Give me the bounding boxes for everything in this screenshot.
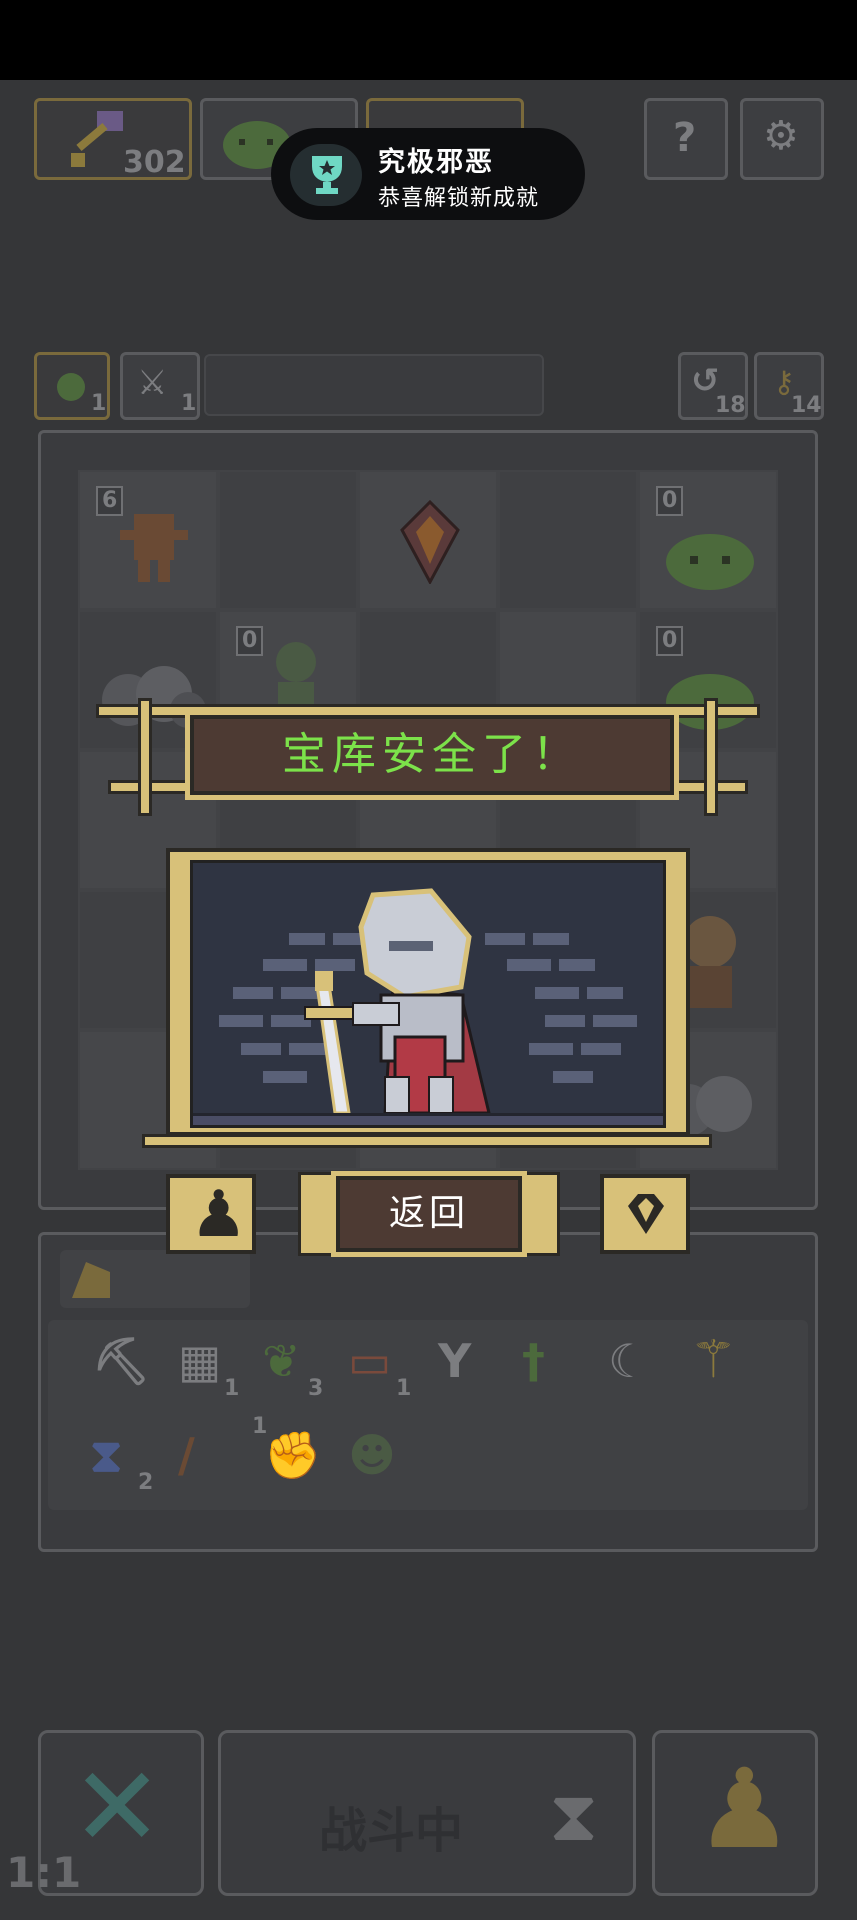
status-label: 战斗中 <box>319 1803 464 1859</box>
slingshot-icon[interactable]: Y <box>438 1334 471 1388</box>
knight-icon <box>304 888 491 1115</box>
banner-post-right <box>704 698 718 816</box>
speed-label[interactable]: 1:1 <box>6 1848 81 1897</box>
popup-title: 宝库安全了！ <box>282 729 582 780</box>
progress-track <box>204 354 544 416</box>
hero-button[interactable]: ♟ <box>652 1730 818 1896</box>
grid-cell[interactable] <box>358 470 498 610</box>
hourglass-icon: ⧗ <box>549 1775 599 1857</box>
pawn-icon: ♟ <box>190 1178 248 1252</box>
gem-icon <box>628 1194 664 1234</box>
item-grid: ⛏ ▦ 1 ❦ 3 ▭ 1 Y † ☾ ⚚ ⧗ 2 / 1 ✊ ☻ <box>48 1320 808 1510</box>
item-count: 3 <box>308 1376 324 1401</box>
sword-icon[interactable]: † <box>522 1334 545 1388</box>
close-icon: ✕ <box>71 1743 164 1871</box>
item-count: 1 <box>396 1376 412 1401</box>
grid-cell[interactable] <box>498 470 638 610</box>
swords-icon: ⚔ <box>137 363 168 403</box>
herb-icon[interactable]: ❦ <box>262 1334 301 1388</box>
stone-floor <box>193 1113 663 1125</box>
item-count: 2 <box>138 1470 154 1495</box>
cheese-icon <box>72 1262 110 1298</box>
toast-title: 究极邪恶 <box>378 147 494 178</box>
pickaxe-icon[interactable]: ⛏ <box>92 1334 150 1389</box>
scroll-icon[interactable]: ▭ <box>348 1334 391 1388</box>
back-button-label[interactable]: 返回 <box>336 1176 522 1252</box>
key-count: 14 <box>791 393 822 418</box>
recruit-icon <box>57 373 85 401</box>
weapon-count: 302 <box>123 145 186 180</box>
bucket-icon[interactable]: ▦ <box>178 1334 221 1388</box>
grid-cell[interactable]: 0 <box>638 470 778 610</box>
recruit-count: 1 <box>91 391 107 416</box>
inventory-tab[interactable] <box>60 1250 250 1308</box>
gear-icon: ⚙ <box>763 113 799 159</box>
settings-button[interactable]: ⚙ <box>740 98 824 180</box>
knight-scene <box>190 860 666 1128</box>
help-button[interactable]: ? <box>644 98 728 180</box>
skill-count: 1 <box>181 391 197 416</box>
question-icon: ? <box>673 115 697 161</box>
goblin-icon[interactable]: ☻ <box>348 1428 396 1482</box>
staff-icon[interactable]: ⚚ <box>690 1330 737 1390</box>
revive-count: 18 <box>715 393 746 418</box>
hero-tab-button[interactable]: ♟ <box>166 1174 256 1254</box>
item-count: 1 <box>224 1376 240 1401</box>
trophy-badge <box>290 144 362 206</box>
skill-button[interactable]: ⚔ 1 <box>120 352 200 420</box>
trophy-icon <box>312 156 342 194</box>
banner-post-left <box>138 698 152 816</box>
cell-badge: 0 <box>656 486 684 516</box>
top-black-bar <box>0 0 857 80</box>
cell-badge: 0 <box>656 626 684 656</box>
torch-icon[interactable]: / <box>178 1428 195 1482</box>
frame-base <box>142 1134 712 1148</box>
weapon-slot[interactable]: 302 <box>34 98 192 180</box>
battle-status-button[interactable]: 战斗中 ⧗ <box>218 1730 636 1896</box>
sickle-icon[interactable]: ☾ <box>608 1334 649 1388</box>
wood-monster-icon <box>120 514 188 582</box>
pawn-icon: ♟ <box>695 1745 794 1873</box>
revive-button[interactable]: ↺ 18 <box>678 352 748 420</box>
grid-cell[interactable] <box>218 470 358 610</box>
gem-icon <box>400 500 460 584</box>
fist-icon[interactable]: ✊ <box>264 1428 321 1483</box>
slime-icon <box>666 534 754 590</box>
recruit-button[interactable]: 1 <box>34 352 110 420</box>
grid-cell[interactable]: 6 <box>78 470 218 610</box>
toast-subtitle: 恭喜解锁新成就 <box>378 186 540 211</box>
hourglass-icon[interactable]: ⧗ <box>90 1428 122 1484</box>
gem-tab-button[interactable] <box>600 1174 690 1254</box>
key-button[interactable]: ⚷ 14 <box>754 352 824 420</box>
